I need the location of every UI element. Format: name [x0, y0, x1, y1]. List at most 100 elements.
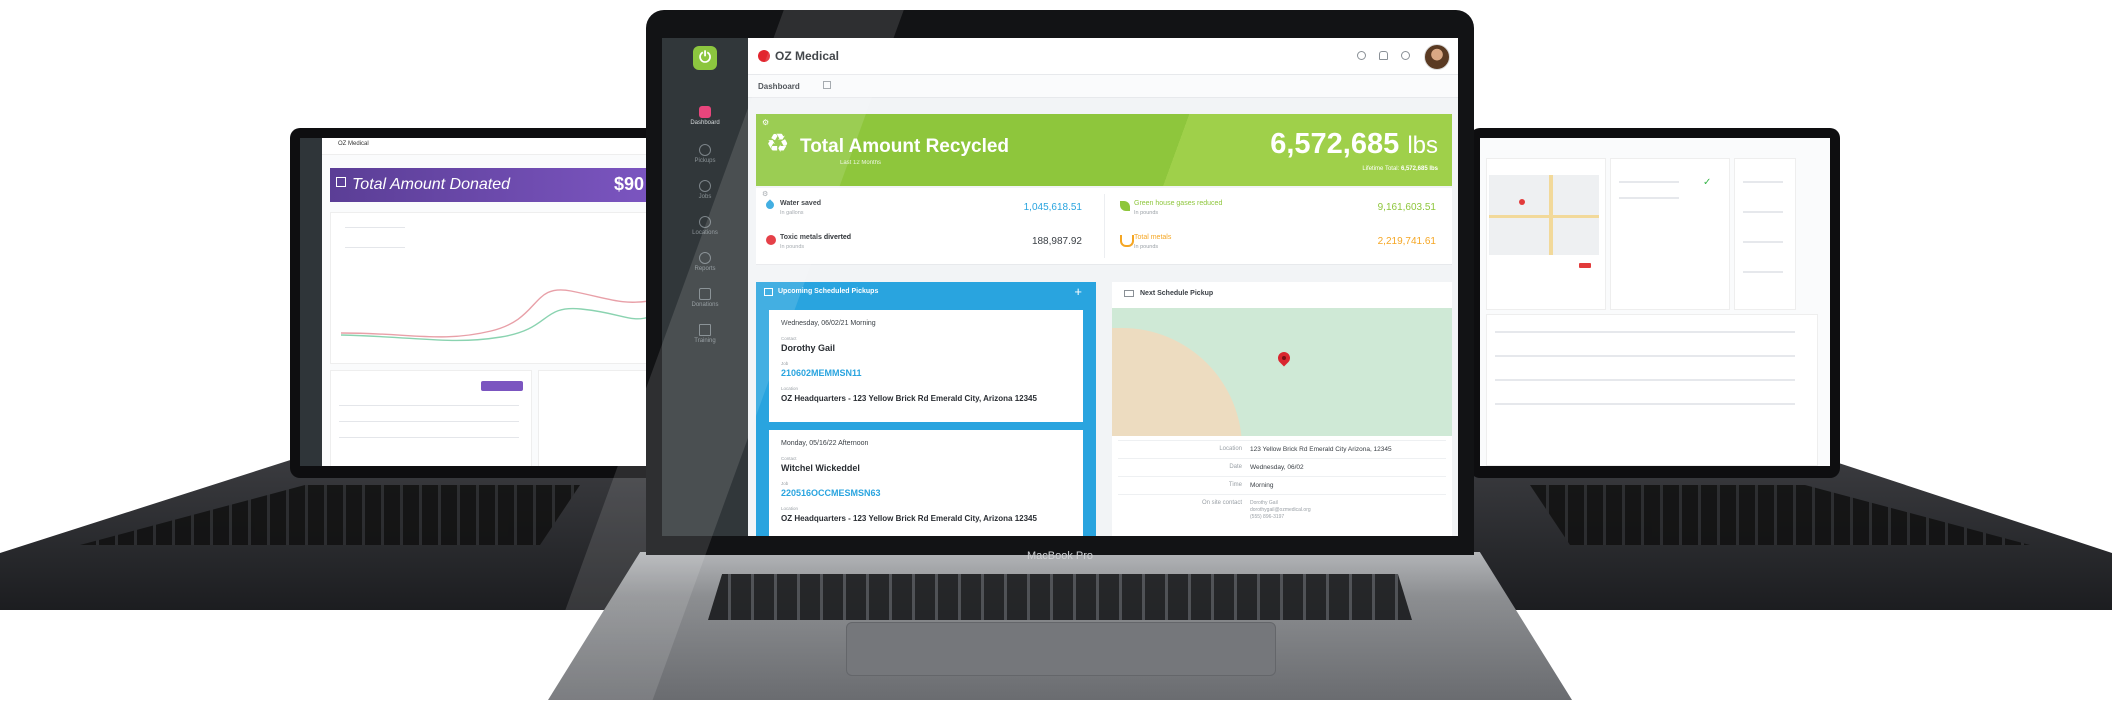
row-value: Wednesday, 06/02 — [1250, 464, 1304, 471]
pickup-location: OZ Headquarters - 123 Yellow Brick Rd Em… — [781, 514, 1037, 523]
gear-icon[interactable]: ⚙ — [762, 118, 769, 127]
user-avatar[interactable] — [1424, 44, 1450, 70]
pickup-date: Wednesday, 06/02/21 Morning — [781, 320, 876, 327]
metric-sub: In pounds — [1134, 244, 1159, 250]
left-hero-title: Total Amount Donated — [352, 176, 511, 193]
page-title: Dashboard — [758, 82, 800, 91]
sidebar-item-reports[interactable]: Reports — [662, 252, 748, 272]
metric-label: Green house gases reduced — [1134, 200, 1223, 207]
gear-icon[interactable]: ⚙ — [762, 190, 768, 198]
left-line-chart — [340, 289, 650, 342]
metric-value: 9,161,603.51 — [1377, 202, 1436, 213]
total-recycled-banner: ⚙ ♻ Total Amount Recycled Last 12 Months… — [756, 114, 1452, 186]
hero-value: 6,572,685 lbs — [1270, 128, 1438, 161]
location-label: Location — [781, 506, 799, 511]
leaf-icon — [1120, 201, 1130, 211]
graduation-cap-icon — [699, 324, 711, 336]
job-label: Job — [781, 361, 789, 366]
metrics-panel: ⚙ Water saved In gallons 1,045,618.51 To… — [756, 188, 1452, 265]
add-pickup-button[interactable]: + — [1074, 284, 1082, 299]
left-card-button[interactable] — [481, 381, 523, 391]
hero-unit: lbs — [1407, 132, 1438, 159]
search-icon[interactable] — [1401, 51, 1410, 60]
pickup-card[interactable]: Wednesday, 06/02/21 Morning Contact Doro… — [769, 310, 1083, 422]
pickup-contact: Witchel Wickeddel — [781, 463, 860, 473]
main-laptop-trackpad — [846, 622, 1276, 676]
pickups-title: Upcoming Scheduled Pickups — [778, 288, 879, 295]
next-pickup-title: Next Schedule Pickup — [1140, 290, 1214, 297]
left-hero-value: $90 — [613, 174, 644, 194]
row-value: 123 Yellow Brick Rd Emerald City Arizona… — [1250, 446, 1392, 453]
notification-bell-icon[interactable] — [1379, 51, 1388, 60]
contact-label: Contact — [781, 456, 797, 461]
metric-label: Toxic metals diverted — [780, 234, 852, 241]
job-label: Job — [781, 481, 789, 486]
contact-label: Contact — [781, 336, 797, 341]
map-pin-icon — [1519, 199, 1525, 205]
metrics-divider — [1104, 194, 1105, 258]
sidebar-item-jobs[interactable]: Jobs — [662, 180, 748, 200]
sidebar-item-dashboard[interactable]: Dashboard — [662, 106, 748, 126]
app-header: OZ Medical — [748, 38, 1458, 75]
metric-label: Total metals — [1134, 234, 1172, 241]
check-icon: ✓ — [1703, 177, 1712, 188]
left-laptop-display: OZ Medical Total Amount Donated $90 — [300, 138, 650, 466]
right-laptop-display: ✓ — [1480, 138, 1830, 466]
left-app-sidebar — [300, 138, 322, 466]
metric-greenhouse: Green house gases reduced In pounds 9,16… — [1116, 200, 1436, 230]
metric-water-saved: Water saved In gallons 1,045,618.51 — [762, 199, 1082, 230]
device-label: MacBook Pro — [1026, 550, 1094, 562]
brand-name: OZ Medical — [775, 49, 840, 63]
right-thumbs-panel — [1734, 158, 1796, 310]
sidebar-item-donations[interactable]: Donations — [662, 288, 748, 308]
next-pickup-panel: Next Schedule Pickup Location 123 Yellow… — [1112, 282, 1452, 536]
reports-icon — [699, 252, 711, 264]
pickup-location: OZ Headquarters - 123 Yellow Brick Rd Em… — [781, 394, 1037, 403]
contact-email[interactable]: dorothygail@ozmedical.org — [1250, 507, 1311, 513]
metric-value: 1,045,618.51 — [1023, 202, 1082, 213]
sidebar-item-pickups[interactable]: Pickups — [662, 144, 748, 164]
sidebar-item-label: Dashboard — [690, 120, 720, 126]
pickup-job-link[interactable]: 220516OCCMESMSN63 — [781, 488, 881, 498]
hero-value-number: 6,572,685 — [1270, 128, 1400, 160]
metric-value: 2,219,741.61 — [1377, 236, 1436, 247]
sidebar-item-label: Jobs — [698, 194, 712, 200]
help-icon[interactable] — [1357, 51, 1366, 60]
jobs-icon — [699, 180, 711, 192]
right-map — [1489, 175, 1599, 255]
gift-icon — [699, 288, 711, 300]
sidebar-item-locations[interactable]: Locations — [662, 216, 748, 236]
pickups-icon — [699, 144, 711, 156]
pickup-job-link[interactable]: 210602MEMMSN11 — [781, 368, 862, 378]
sidebar-item-label: Donations — [691, 302, 719, 308]
left-brand-name: OZ Medical — [338, 141, 369, 147]
left-laptop: OZ Medical Total Amount Donated $90 — [0, 120, 660, 620]
metric-sub: In pounds — [1134, 210, 1159, 216]
power-logo-icon[interactable]: ⏻ — [693, 46, 717, 70]
pickup-map[interactable] — [1112, 308, 1452, 436]
right-list-panel: ✓ — [1610, 158, 1730, 310]
left-app-header: OZ Medical — [322, 138, 650, 155]
hero-title: Total Amount Recycled — [800, 136, 1010, 157]
pickup-contact: Dorothy Gail — [781, 343, 836, 353]
skull-icon — [766, 235, 776, 245]
right-laptop: ✓ — [1470, 120, 2112, 620]
sidebar-item-label: Locations — [692, 230, 718, 236]
brand-logo-icon — [758, 50, 770, 62]
breadcrumb: Dashboard — [748, 75, 1458, 98]
metric-label: Water saved — [780, 200, 821, 207]
left-donated-banner: Total Amount Donated $90 — [330, 168, 650, 202]
row-label: Time — [1228, 482, 1242, 488]
location-pin-icon — [699, 216, 711, 228]
sidebar-item-training[interactable]: Training — [662, 324, 748, 344]
home-icon[interactable] — [823, 81, 831, 89]
pickup-card[interactable]: Monday, 05/16/22 Afternoon Contact Witch… — [769, 430, 1083, 536]
hero-lifetime: Lifetime Total: 6,572,685 lbs — [1362, 166, 1438, 172]
left-chart-card — [330, 212, 650, 364]
upcoming-pickups-panel: Upcoming Scheduled Pickups + Wednesday, … — [756, 282, 1096, 536]
calendar-icon — [764, 288, 773, 296]
metric-sub: In gallons — [780, 210, 804, 216]
right-map-panel — [1486, 158, 1606, 310]
water-drop-icon — [764, 199, 776, 211]
main-laptop-keyboard — [708, 574, 1412, 620]
